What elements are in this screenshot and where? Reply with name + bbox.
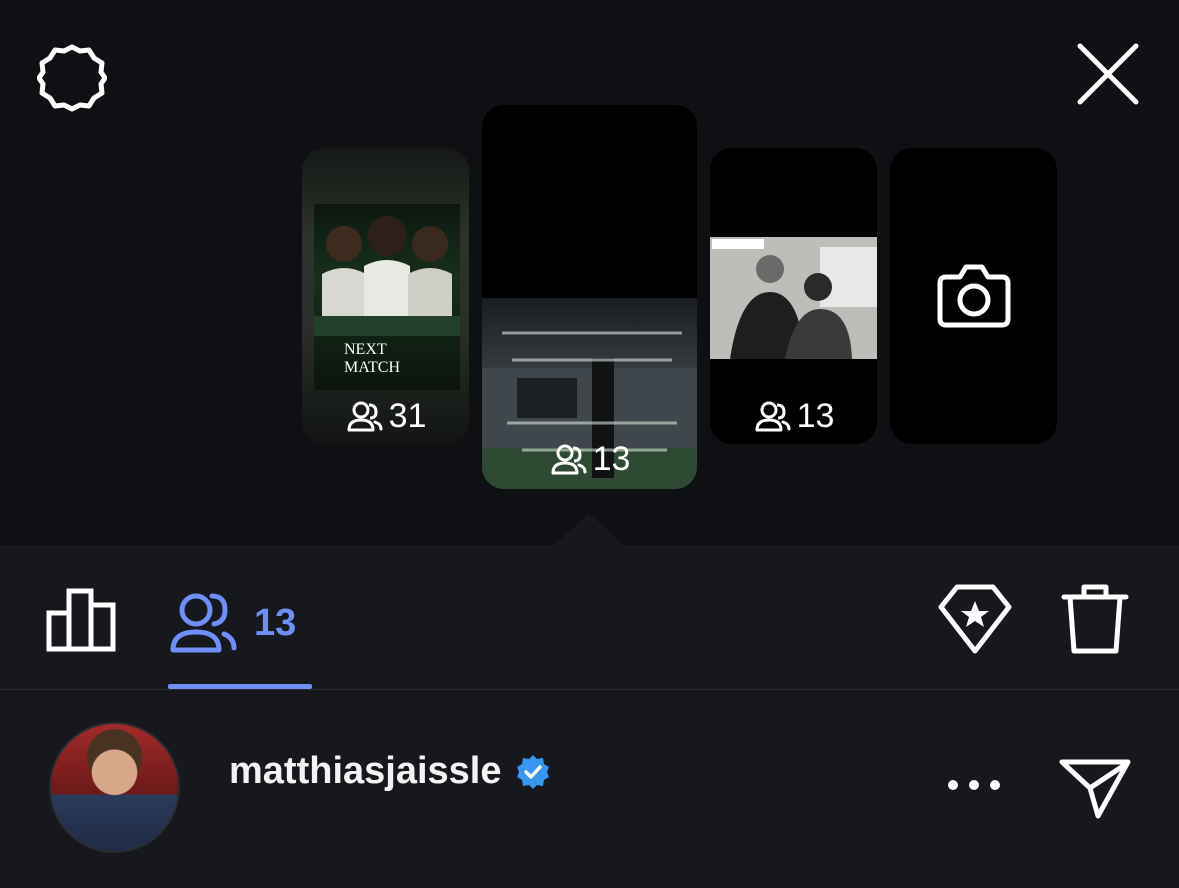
- more-icon-dot: [969, 780, 979, 790]
- viewer-username-row[interactable]: matthiasjaissle: [229, 750, 551, 793]
- viewers-icon: [755, 401, 791, 432]
- selected-story-pointer: [553, 513, 625, 546]
- add-to-highlight-button[interactable]: [937, 583, 1013, 655]
- add-story-button[interactable]: [890, 148, 1057, 444]
- close-icon: [1077, 43, 1139, 105]
- story-viewer-count: 13: [482, 439, 697, 479]
- send-message-button[interactable]: [1058, 756, 1132, 820]
- more-options-button[interactable]: [948, 770, 1000, 800]
- story-count-value: 31: [388, 396, 427, 435]
- settings-button[interactable]: [30, 36, 114, 120]
- verified-icon: [517, 754, 550, 789]
- viewer-list-item[interactable]: matthiasjaissle: [0, 690, 1179, 888]
- more-icon-dot: [948, 780, 958, 790]
- insights-icon: [46, 588, 116, 652]
- poster-title-line2: MATCH: [344, 359, 400, 376]
- highlight-icon: [938, 584, 1012, 654]
- settings-icon: [37, 44, 107, 112]
- story-image: NEXT MATCH: [314, 204, 460, 390]
- viewers-icon: [170, 593, 237, 653]
- story-count-value: 13: [592, 439, 631, 478]
- delete-story-button[interactable]: [1060, 581, 1130, 657]
- more-icon-dot: [990, 780, 1000, 790]
- tab-insights[interactable]: [45, 585, 125, 655]
- story-viewer-count: 13: [710, 396, 877, 436]
- story-viewer-count: 31: [302, 396, 469, 436]
- viewer-username: matthiasjaissle: [229, 750, 502, 792]
- story-thumbnail[interactable]: NEXT MATCH 31: [302, 148, 469, 444]
- story-image: [710, 237, 877, 359]
- poster-title-line1: NEXT: [344, 341, 387, 358]
- tab-viewers[interactable]: 13: [168, 583, 312, 663]
- camera-icon: [937, 264, 1010, 328]
- story-thumbnail[interactable]: 13: [710, 148, 877, 444]
- viewers-icon: [551, 444, 587, 475]
- viewers-count: 13: [254, 601, 297, 644]
- story-photo-graphic: [710, 237, 877, 359]
- avatar[interactable]: [49, 722, 180, 853]
- viewers-icon: [347, 401, 383, 432]
- story-viewer-header: NEXT MATCH 31 13 13: [0, 0, 1179, 546]
- story-count-value: 13: [796, 396, 835, 435]
- match-poster-graphic: NEXT MATCH: [314, 216, 460, 376]
- close-button[interactable]: [1066, 32, 1150, 116]
- camera-wrap: [890, 148, 1057, 444]
- delete-icon: [1061, 584, 1129, 654]
- send-icon: [1059, 759, 1131, 819]
- story-thumbnail-selected[interactable]: 13: [482, 105, 697, 489]
